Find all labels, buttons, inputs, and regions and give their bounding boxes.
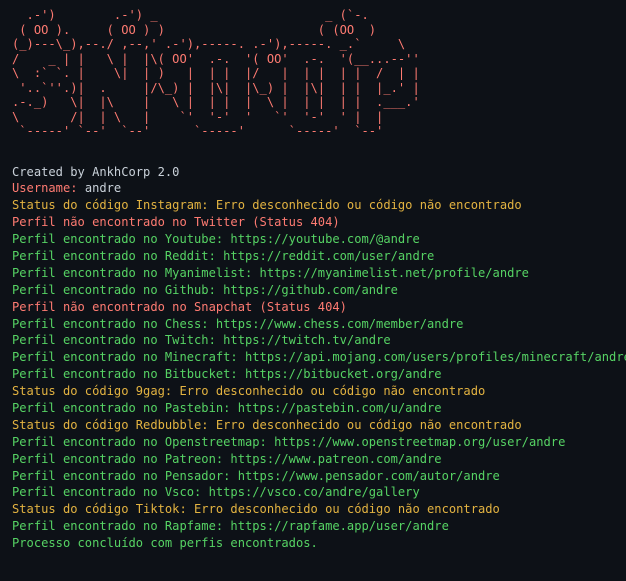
output-line-notfound: Perfil não encontrado no Twitter (Status… bbox=[12, 215, 340, 230]
final-message: Processo concluído com perfis encontrado… bbox=[12, 536, 318, 551]
username-line: Username: andre bbox=[12, 180, 614, 197]
output-line-found: Perfil encontrado no Youtube: https://yo… bbox=[12, 232, 420, 247]
output-line-found: Perfil encontrado no Rapfame: https://ra… bbox=[12, 519, 449, 534]
output-line-found: Perfil encontrado no Pensador: https://w… bbox=[12, 468, 500, 483]
output-line-found: Perfil encontrado no Chess: https://www.… bbox=[12, 316, 464, 331]
output-line-error: Status do código Redbubble: Erro desconh… bbox=[12, 417, 522, 432]
output-line-error: Status do código 9gag: Erro desconhecido… bbox=[12, 384, 486, 399]
output-line-error: Status do código Tiktok: Erro desconheci… bbox=[12, 502, 500, 517]
output-line-found: Perfil encontrado no Minecraft: https://… bbox=[12, 350, 626, 365]
output-line-found: Perfil encontrado no Myanimelist: https:… bbox=[12, 265, 529, 280]
output-line-found: Perfil encontrado no Reddit: https://red… bbox=[12, 248, 435, 263]
output-line-found: Perfil encontrado no Patreon: https://ww… bbox=[12, 451, 442, 466]
output-line-found: Perfil encontrado no Github: https://git… bbox=[12, 282, 398, 297]
username-value: andre bbox=[84, 181, 122, 196]
output-line-found: Perfil encontrado no Pastebin: https://p… bbox=[12, 400, 442, 415]
terminal-window[interactable]: .-') .-') _ _ (`-. ( OO ). ( OO ) ) ( (O… bbox=[0, 0, 626, 581]
output-lines: Status do código Instagram: Erro desconh… bbox=[12, 197, 626, 535]
username-label: Username: bbox=[12, 181, 78, 196]
ascii-banner: .-') .-') _ _ (`-. ( OO ). ( OO ) ) ( (O… bbox=[12, 8, 420, 138]
credit-line: Created by AnkhCorp 2.0 bbox=[12, 164, 180, 179]
output-line-found: Perfil encontrado no Openstreetmap: http… bbox=[12, 434, 566, 449]
output-line-found: Perfil encontrado no Bitbucket: https://… bbox=[12, 367, 442, 382]
output-line-found: Perfil encontrado no Twitch: https://twi… bbox=[12, 333, 391, 348]
output-line-notfound: Perfil não encontrado no Snapchat (Statu… bbox=[12, 299, 347, 314]
output-line-found: Perfil encontrado no Vsco: https://vsco.… bbox=[12, 485, 420, 500]
output-line-error: Status do código Instagram: Erro desconh… bbox=[12, 198, 522, 213]
